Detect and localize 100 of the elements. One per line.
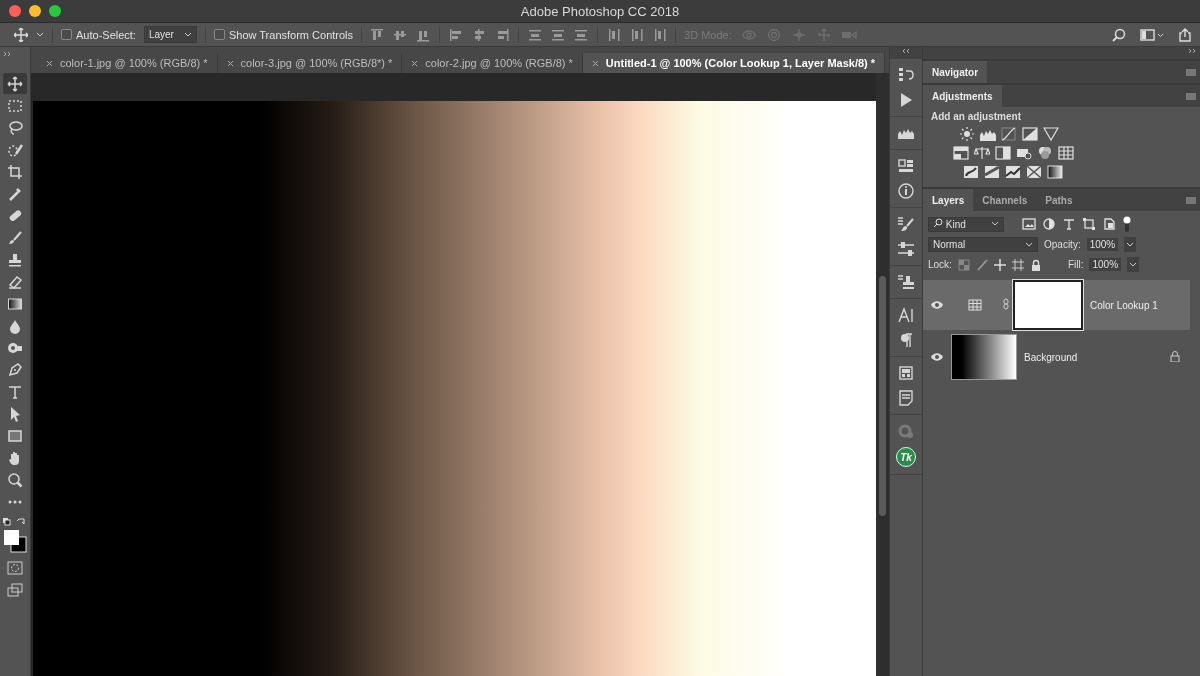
close-window-button[interactable] <box>9 5 21 17</box>
camera-filter-icon[interactable] <box>1016 146 1032 160</box>
threshold-icon[interactable] <box>1005 165 1021 179</box>
shape-filter-icon[interactable] <box>1082 218 1096 230</box>
caret-icon <box>183 31 192 38</box>
move-icon[interactable] <box>993 258 1006 271</box>
gradient-map-icon[interactable] <box>1047 165 1063 179</box>
libraries-icon[interactable] <box>897 365 915 381</box>
close-icon[interactable] <box>46 59 53 67</box>
search-icon[interactable] <box>1112 27 1126 42</box>
minimize-window-button[interactable] <box>29 5 41 17</box>
fill-dropdown[interactable] <box>1127 257 1140 272</box>
invert-icon[interactable] <box>963 165 979 179</box>
sliders-icon[interactable] <box>897 241 915 257</box>
curves-icon[interactable] <box>1001 127 1017 141</box>
checkbox[interactable] <box>213 29 225 40</box>
panel-tab[interactable]: Paths <box>1036 189 1082 211</box>
close-icon[interactable] <box>226 59 234 67</box>
caret-icon[interactable] <box>36 31 44 38</box>
layer-dropdown[interactable]: Layer <box>143 26 197 43</box>
triangle-icon[interactable] <box>1043 127 1059 141</box>
layer-row[interactable]: Color Lookup 1 <box>923 280 1190 330</box>
plugin-badge[interactable]: Tk <box>896 447 916 467</box>
color-defaults-icon[interactable] <box>2 517 28 529</box>
caret-icon <box>1129 261 1138 268</box>
info-icon[interactable] <box>897 183 915 199</box>
checkbox[interactable] <box>61 29 72 40</box>
character-icon[interactable] <box>897 307 915 323</box>
gradient-icon <box>7 295 23 312</box>
brush-settings-icon[interactable] <box>897 216 915 232</box>
panel-tab[interactable]: Navigator <box>923 61 988 83</box>
collapse-icon[interactable] <box>1188 47 1196 55</box>
filter-dropdown[interactable]: Kind <box>928 216 1004 232</box>
share-icon[interactable] <box>1178 27 1192 42</box>
scrollbar-thumb[interactable] <box>879 276 886 516</box>
workspace-icon[interactable] <box>1140 27 1164 42</box>
color-swatches-icon[interactable] <box>3 529 27 553</box>
lock-icon[interactable] <box>1029 258 1042 271</box>
image-filter-icon[interactable] <box>1022 218 1036 230</box>
layer-name: Color Lookup 1 <box>1090 299 1158 311</box>
exposure-icon[interactable] <box>1022 127 1038 141</box>
close-icon[interactable] <box>591 59 599 67</box>
distribute-left-icon[interactable] <box>607 27 622 42</box>
distribute-bottom-icon[interactable] <box>574 27 589 42</box>
channel-mixer-icon[interactable] <box>1037 146 1053 160</box>
layer-thumbnail[interactable] <box>951 334 1017 380</box>
move-icon <box>7 75 23 92</box>
distribute-vcenter-icon[interactable] <box>551 27 566 42</box>
adjustment-filter-icon[interactable] <box>1042 218 1056 230</box>
blend-mode-dropdown[interactable]: Normal <box>928 237 1038 252</box>
hue-saturation-icon[interactable] <box>953 146 969 160</box>
distribute-hcenter-icon[interactable] <box>630 27 645 42</box>
panel-tab[interactable]: Channels <box>973 189 1037 211</box>
pen-icon <box>7 361 23 378</box>
type-filter-icon[interactable] <box>1062 218 1076 230</box>
align-right-icon[interactable] <box>495 27 510 42</box>
quick-mask-icon[interactable] <box>7 561 23 575</box>
distribute-top-icon[interactable] <box>528 27 543 42</box>
smart-object-filter-icon[interactable] <box>1102 218 1116 230</box>
panel-tab[interactable]: Layers <box>923 189 974 211</box>
checkbox-label: Show Transform Controls <box>228 28 354 41</box>
properties-icon[interactable] <box>897 158 915 174</box>
collapse-icon[interactable] <box>902 47 910 55</box>
opacity-dropdown[interactable] <box>1124 237 1137 252</box>
opacity-field[interactable]: 100% <box>1086 238 1119 251</box>
brightness-icon[interactable] <box>959 127 975 141</box>
posterize-icon[interactable] <box>984 165 1000 179</box>
filter-toggle-icon[interactable] <box>1122 216 1132 232</box>
notes-icon[interactable] <box>897 390 915 406</box>
align-left-icon[interactable] <box>449 27 464 42</box>
grid-icon[interactable] <box>1058 146 1074 160</box>
artboard-icon[interactable] <box>1011 258 1024 271</box>
brush-icon[interactable] <box>975 258 988 271</box>
balance-icon[interactable] <box>974 146 990 160</box>
opacity-label: Opacity: <box>1044 239 1081 250</box>
layer-mask-thumbnail[interactable] <box>1013 280 1083 330</box>
close-icon[interactable] <box>411 59 419 67</box>
align-hcenter-icon[interactable] <box>472 27 487 42</box>
eye-icon[interactable] <box>931 353 943 361</box>
history-icon[interactable] <box>897 67 915 83</box>
brush-icon <box>7 229 23 246</box>
distribute-right-icon[interactable] <box>653 27 668 42</box>
panel-tab[interactable]: Adjustments <box>923 85 1002 107</box>
tool-button[interactable] <box>3 73 27 94</box>
clone-source-icon[interactable] <box>897 274 915 290</box>
link-icon <box>1003 298 1009 310</box>
stamp-icon <box>7 251 23 268</box>
selective-color-icon[interactable] <box>1026 165 1042 179</box>
window-title: Adobe Photoshop CC 2018 <box>520 4 680 19</box>
fill-label: Fill: <box>1067 259 1084 270</box>
split-square-icon[interactable] <box>995 146 1011 160</box>
move-icon[interactable] <box>14 27 28 42</box>
expand-icon[interactable] <box>3 51 11 57</box>
align-top-icon[interactable] <box>370 27 385 42</box>
screen-mode-icon[interactable] <box>7 583 23 597</box>
maximize-window-button[interactable] <box>49 5 61 17</box>
eye-icon[interactable] <box>931 301 943 309</box>
zoom-icon <box>7 471 23 488</box>
fill-field[interactable]: 100% <box>1089 258 1122 271</box>
document-tab[interactable]: Untitled-1 @ 100% (Color Lookup 1, Layer Mask/8) * <box>582 53 886 73</box>
